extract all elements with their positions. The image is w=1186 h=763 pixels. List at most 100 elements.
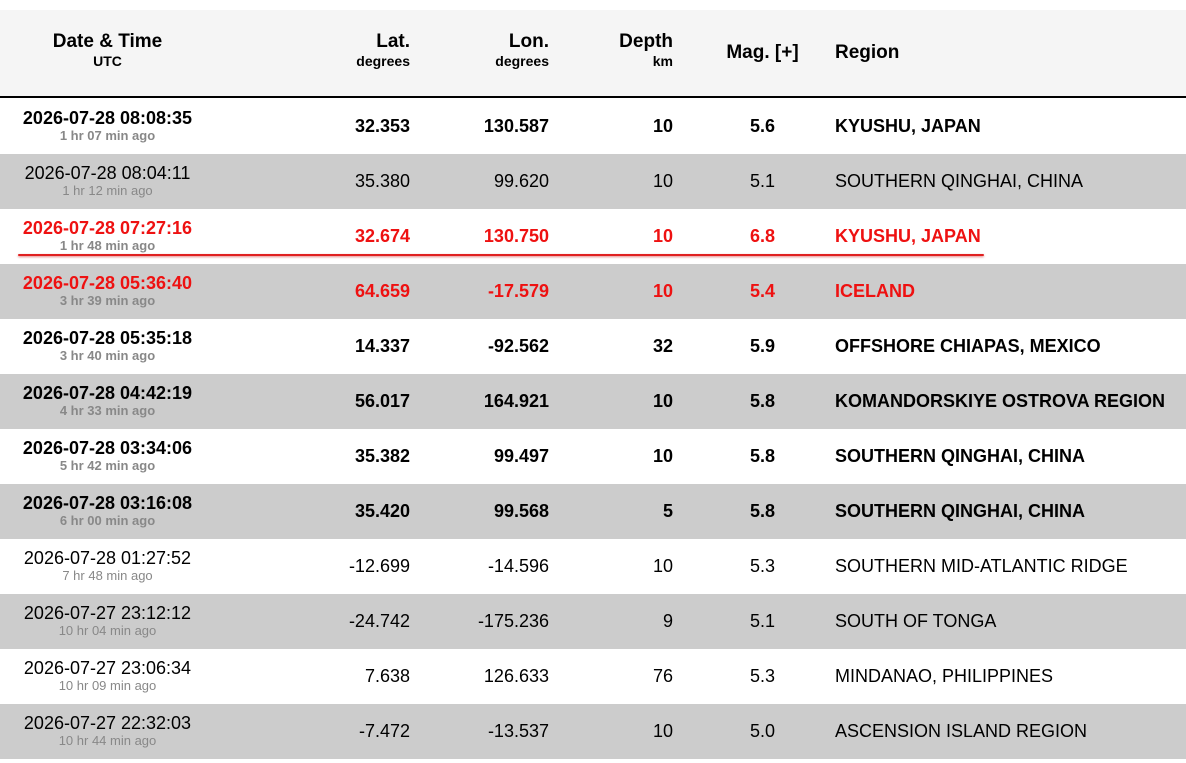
event-datetime[interactable]: 2026-07-27 22:32:03 [0,713,215,733]
table-row[interactable]: 2026-07-28 08:08:35 1 hr 07 min ago 32.353… [0,99,1186,154]
latitude-cell: 35.420 [354,501,410,521]
region-cell[interactable]: SOUTH OF TONGA [835,611,1180,631]
header-depth[interactable]: Depth km [580,32,673,70]
event-datetime[interactable]: 2026-07-28 05:36:40 [0,273,215,293]
depth-cell: 9 [662,611,673,631]
event-datetime[interactable]: 2026-07-28 01:27:52 [0,548,215,568]
header-lon-unit: degrees [495,53,549,69]
time-ago: 1 hr 07 min ago [59,128,156,143]
region-cell[interactable]: SOUTHERN QINGHAI, CHINA [835,446,1180,466]
time-ago: 6 hr 00 min ago [59,513,156,528]
table-row[interactable]: 2026-07-28 08:04:11 1 hr 12 min ago 35.380… [0,154,1186,209]
header-depth-unit: km [652,53,673,69]
latitude-cell: 64.659 [354,281,410,301]
table-row[interactable]: 2026-07-27 22:32:03 10 hr 44 min ago -7.47… [0,704,1186,759]
longitude-cell: -175.236 [477,611,549,631]
time-ago: 10 hr 04 min ago [58,623,157,638]
latitude-cell: 35.380 [354,171,410,191]
region-cell[interactable]: SOUTHERN MID-ATLANTIC RIDGE [835,556,1180,576]
table-row[interactable]: 2026-07-27 23:06:34 10 hr 09 min ago 7.638… [0,649,1186,704]
longitude-cell: 99.497 [493,446,549,466]
region-cell[interactable]: ASCENSION ISLAND REGION [835,721,1180,741]
region-cell[interactable]: MINDANAO, PHILIPPINES [835,666,1180,686]
header-longitude[interactable]: Lon. degrees [440,32,549,70]
event-datetime[interactable]: 2026-07-28 08:04:11 [0,163,215,183]
depth-cell: 5 [662,501,673,521]
header-date-unit: UTC [93,53,122,69]
magnitude-cell: 6.8 [749,226,776,246]
header-date-time[interactable]: Date & Time UTC [0,32,215,70]
date-cell: 2026-07-28 03:16:08 6 hr 00 min ago [0,493,215,528]
depth-cell: 10 [652,171,673,191]
region-cell[interactable]: KOMANDORSKIYE OSTROVA REGION [835,391,1180,411]
latitude-cell: 14.337 [354,336,410,356]
latitude-cell: -12.699 [348,556,410,576]
time-ago: 10 hr 44 min ago [58,733,157,748]
longitude-cell: 99.620 [493,171,549,191]
magnitude-cell: 5.8 [749,391,776,411]
magnitude-expand-toggle[interactable]: [+] [775,42,799,63]
table-header: Date & Time UTC Lat. degrees Lon. degree… [0,10,1186,98]
latitude-cell: 32.674 [354,226,410,246]
magnitude-cell: 5.9 [749,336,776,356]
depth-cell: 10 [652,226,673,246]
date-cell: 2026-07-27 23:06:34 10 hr 09 min ago [0,658,215,693]
date-cell: 2026-07-28 05:35:18 3 hr 40 min ago [0,328,215,363]
event-datetime[interactable]: 2026-07-27 23:06:34 [0,658,215,678]
table-row[interactable]: 2026-07-28 01:27:52 7 hr 48 min ago -12.69… [0,539,1186,594]
time-ago: 1 hr 48 min ago [59,238,156,253]
event-datetime[interactable]: 2026-07-28 03:16:08 [0,493,215,513]
header-lon-label: Lon. [508,31,549,52]
event-datetime[interactable]: 2026-07-28 08:08:35 [0,108,215,128]
date-cell: 2026-07-27 23:12:12 10 hr 04 min ago [0,603,215,638]
event-datetime[interactable]: 2026-07-28 07:27:16 [0,218,215,238]
magnitude-cell: 5.4 [749,281,776,301]
table-row[interactable]: 2026-07-28 05:35:18 3 hr 40 min ago 14.337… [0,319,1186,374]
longitude-cell: -17.579 [487,281,549,301]
depth-cell: 76 [652,666,673,686]
header-region[interactable]: Region [835,43,1135,63]
magnitude-cell: 5.1 [749,611,776,631]
header-depth-label: Depth [619,31,673,52]
region-cell[interactable]: SOUTHERN QINGHAI, CHINA [835,171,1180,191]
header-latitude[interactable]: Lat. degrees [300,32,410,70]
longitude-cell: 130.750 [483,226,549,246]
event-datetime[interactable]: 2026-07-27 23:12:12 [0,603,215,623]
date-cell: 2026-07-28 08:08:35 1 hr 07 min ago [0,108,215,143]
date-cell: 2026-07-28 03:34:06 5 hr 42 min ago [0,438,215,473]
region-cell[interactable]: KYUSHU, JAPAN [835,116,1180,136]
depth-cell: 10 [652,391,673,411]
magnitude-cell: 5.1 [749,171,776,191]
longitude-cell: -13.537 [487,721,549,741]
region-cell[interactable]: ICELAND [835,281,1180,301]
latitude-cell: 35.382 [354,446,410,466]
longitude-cell: -14.596 [487,556,549,576]
magnitude-cell: 5.8 [749,446,776,466]
time-ago: 3 hr 40 min ago [59,348,156,363]
event-datetime[interactable]: 2026-07-28 04:42:19 [0,383,215,403]
date-cell: 2026-07-28 08:04:11 1 hr 12 min ago [0,163,215,198]
table-row[interactable]: 2026-07-27 23:12:12 10 hr 04 min ago -24.7… [0,594,1186,649]
region-cell[interactable]: SOUTHERN QINGHAI, CHINA [835,501,1180,521]
selected-row-underline [18,254,984,256]
date-cell: 2026-07-28 04:42:19 4 hr 33 min ago [0,383,215,418]
event-datetime[interactable]: 2026-07-28 05:35:18 [0,328,215,348]
depth-cell: 10 [652,721,673,741]
region-cell[interactable]: OFFSHORE CHIAPAS, MEXICO [835,336,1180,356]
header-region-label: Region [835,42,900,63]
latitude-cell: 7.638 [364,666,410,686]
table-row[interactable]: 2026-07-28 03:16:08 6 hr 00 min ago 35.420… [0,484,1186,539]
table-row[interactable]: 2026-07-28 05:36:40 3 hr 39 min ago 64.659… [0,264,1186,319]
region-cell[interactable]: KYUSHU, JAPAN [835,226,1180,246]
header-magnitude[interactable]: Mag. [+] [715,43,810,63]
date-cell: 2026-07-28 07:27:16 1 hr 48 min ago [0,218,215,253]
depth-cell: 10 [652,446,673,466]
longitude-cell: 126.633 [483,666,549,686]
depth-cell: 10 [652,281,673,301]
latitude-cell: 32.353 [354,116,410,136]
event-datetime[interactable]: 2026-07-28 03:34:06 [0,438,215,458]
longitude-cell: -92.562 [487,336,549,356]
table-row[interactable]: 2026-07-28 03:34:06 5 hr 42 min ago 35.382… [0,429,1186,484]
header-lat-label: Lat. [376,31,410,52]
table-row[interactable]: 2026-07-28 04:42:19 4 hr 33 min ago 56.017… [0,374,1186,429]
